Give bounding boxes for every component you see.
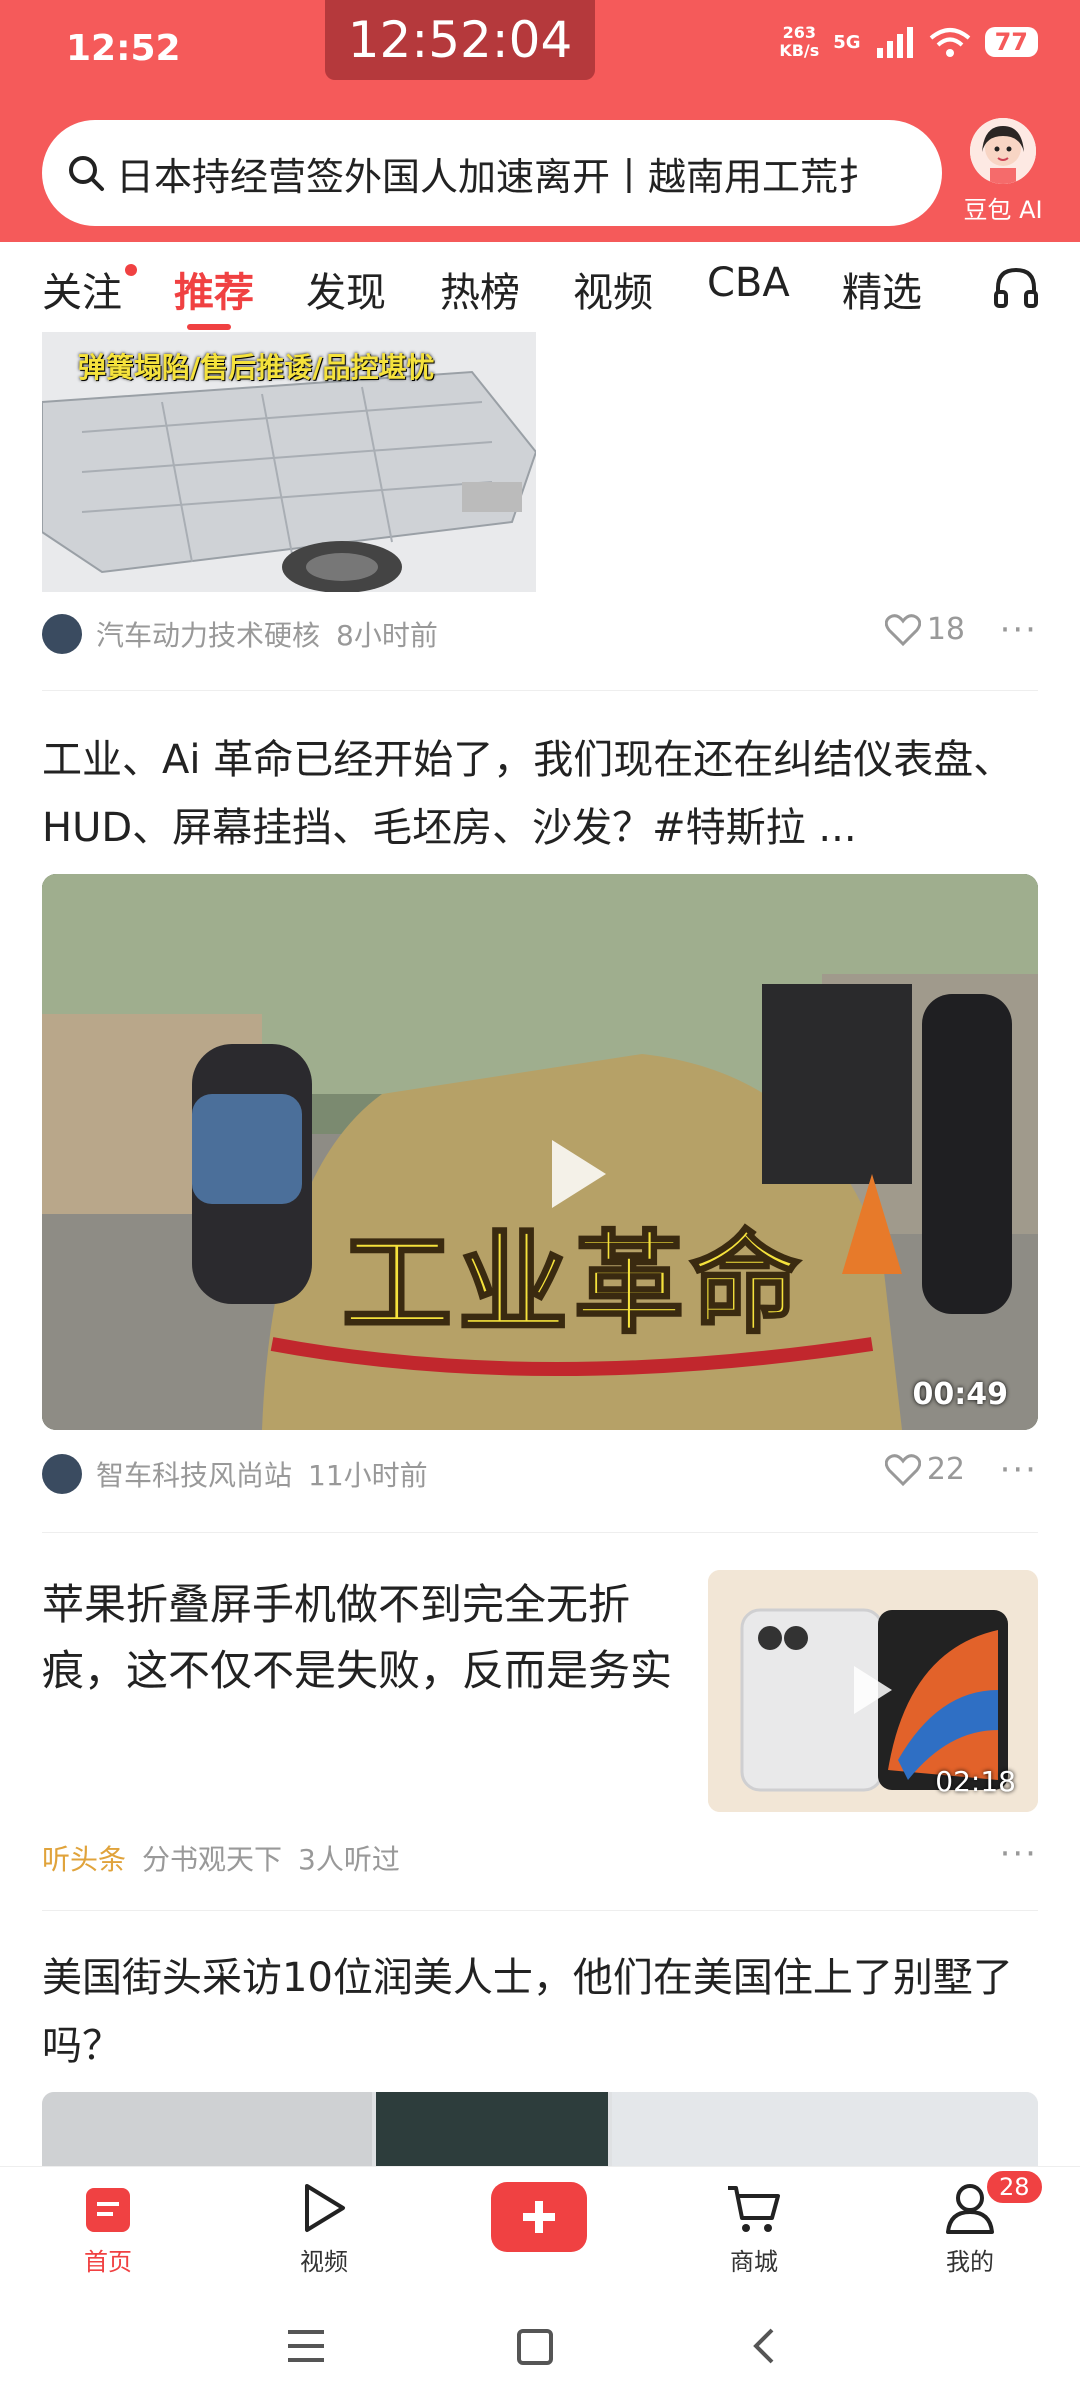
article-thumbnail[interactable] [42,2092,1038,2166]
headphones-icon[interactable] [992,264,1040,312]
battery-indicator: 77 [984,27,1038,57]
source-name[interactable]: 汽车动力技术硬核 [96,614,320,654]
active-tab-indicator [187,324,231,330]
wifi-icon [929,28,970,57]
nav-video-label: 视频 [300,2248,348,2276]
divider [42,1532,1038,1533]
status-time: 12:52 [66,28,181,69]
home-square-icon[interactable] [516,2328,554,2366]
tab-recommend[interactable]: 推荐 [174,260,254,318]
cart-icon [728,2186,780,2232]
status-icons: 263 KB/s 5G 77 [779,24,1038,60]
article-meta: 汽车动力技术硬核 8小时前 [42,614,438,654]
video-duration: 02:18 [935,1765,1016,1798]
net-speed: 263 KB/s [779,24,819,60]
source-avatar-icon[interactable] [42,1454,82,1494]
menu-icon[interactable] [286,2328,326,2364]
article-thumbnail[interactable]: 02:18 [708,1570,1038,1812]
video-caption: 工业革命 [341,1219,806,1350]
assistant-avatar-icon [970,118,1036,184]
heart-icon [884,1453,921,1486]
video-play-icon [305,2184,345,2232]
source-name[interactable]: 分书观天下 [142,1838,282,1878]
nav-home-label: 首页 [84,2248,132,2276]
search-icon [69,156,104,191]
like-button[interactable]: 18 [884,612,965,647]
heart-icon [884,613,921,646]
article-title[interactable]: 苹果折叠屏手机做不到完全无折痕，这不仅不是失败，反而是务实 [42,1572,682,1704]
more-options-icon[interactable]: ··· [1000,610,1038,650]
article-meta: 智车科技风尚站 11小时前 [42,1454,428,1494]
like-button[interactable]: 22 [884,1452,965,1487]
article-title[interactable]: 工业、Ai 革命已经开始了，我们现在还在纠结仪表盘、HUD、屏幕挂挡、毛坯房、沙… [42,726,1038,862]
notification-badge: 28 [984,2168,1045,2206]
more-options-icon[interactable]: ··· [1000,1834,1038,1874]
assistant-button[interactable]: 豆包 AI [948,118,1058,225]
tab-discover[interactable]: 发现 [306,260,386,318]
search-query: 日本持经营签外国人加速离开丨越南用工荒扌 [116,154,877,199]
publish-button[interactable] [491,2182,587,2252]
network-label: 5G [833,31,861,53]
more-options-icon[interactable]: ··· [1000,1450,1038,1490]
article-thumbnail[interactable]: 弹簧塌陷/售后推诿/品控堪忧 [42,332,536,592]
tab-selected[interactable]: 精选 [842,260,922,318]
divider [42,690,1038,691]
publish-time: 11小时前 [308,1459,428,1492]
net-speed-value: 263 [782,23,816,42]
tab-cba[interactable]: CBA [707,260,790,306]
video-duration: 00:49 [912,1377,1009,1412]
category-tabs: 关注 推荐 发现 热榜 视频 CBA 精选 [0,242,1080,332]
street-image [42,2092,1038,2166]
net-speed-unit: KB/s [779,41,820,60]
plus-icon [523,2201,555,2233]
tab-follow[interactable]: 关注 [42,260,122,318]
search-bar[interactable]: 日本持经营签外国人加速离开丨越南用工荒扌 [42,120,942,226]
notification-dot [125,264,137,276]
nav-video[interactable]: 视频 [264,2172,384,2277]
source-avatar-icon[interactable] [42,614,82,654]
nav-mall-label: 商城 [730,2248,778,2276]
divider [42,1910,1038,1911]
like-count: 22 [926,1452,965,1487]
play-icon[interactable] [848,1662,896,1718]
assistant-label: 豆包 AI [963,196,1043,224]
nav-me-label: 我的 [946,2248,994,2276]
thumbnail-caption: 弹簧塌陷/售后推诿/品控堪忧 [78,351,435,384]
listen-count: 3人听过 [298,1843,400,1876]
nav-home[interactable]: 首页 [48,2172,168,2277]
video-player[interactable]: 工业革命 00:49 [42,874,1038,1430]
like-count: 18 [926,612,965,647]
listen-tag[interactable]: 听头条 [42,1838,126,1878]
tab-video[interactable]: 视频 [573,260,653,318]
article-title[interactable]: 美国街头采访10位润美人士，他们在美国住上了别墅了吗？ [42,1944,1038,2080]
avatar [970,118,1036,184]
tab-hot[interactable]: 热榜 [440,260,520,318]
article-meta: 听头条 分书观天下 3人听过 [42,1838,400,1878]
clock-overlay: 12:52:04 [325,0,595,80]
source-name[interactable]: 智车科技风尚站 [96,1454,292,1494]
nav-mall[interactable]: 商城 [694,2172,814,2277]
top-header: 12:52 12:52:04 263 KB/s 5G 77 日本持经营签外国人加… [0,0,1080,242]
system-navigation-bar [0,2286,1080,2400]
publish-time: 8小时前 [336,619,438,652]
home-icon [86,2188,130,2232]
back-icon[interactable] [748,2326,778,2366]
signal-icon [876,27,913,58]
